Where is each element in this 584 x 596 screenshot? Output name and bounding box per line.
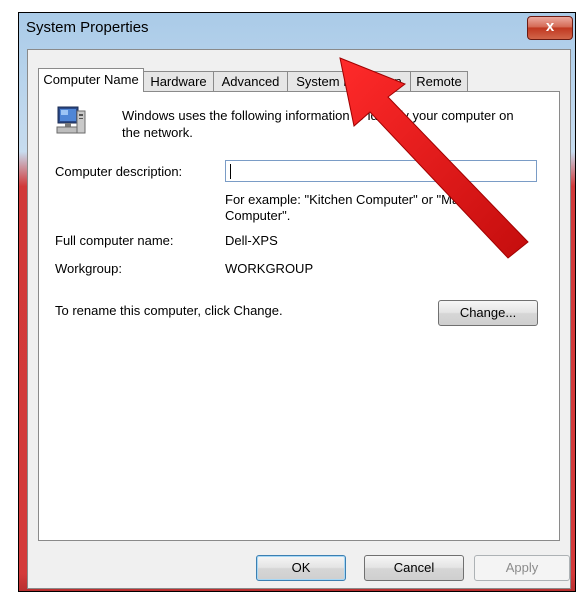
rename-instruction: To rename this computer, click Change. xyxy=(55,303,283,318)
workgroup-label: Workgroup: xyxy=(55,261,122,276)
cancel-button[interactable]: Cancel xyxy=(364,555,464,581)
close-button[interactable]: x xyxy=(527,16,573,40)
computer-description-input[interactable] xyxy=(225,160,537,182)
workgroup-value: WORKGROUP xyxy=(225,261,314,276)
window-frame: System Properties x Computer Name Hardwa… xyxy=(18,12,576,592)
tab-panel-computer-name: Windows uses the following information t… xyxy=(38,91,560,541)
intro-text-line2: the network. xyxy=(122,125,193,140)
computer-icon xyxy=(56,106,86,134)
computer-description-label: Computer description: xyxy=(55,164,183,179)
tab-remote[interactable]: Remote xyxy=(410,71,468,91)
dialog-client-area: Computer Name Hardware Advanced System P… xyxy=(27,49,571,589)
tab-system-protection[interactable]: System Protection xyxy=(287,71,411,91)
change-button[interactable]: Change... xyxy=(438,300,538,326)
example-text-line2: Computer". xyxy=(225,208,291,223)
tab-advanced[interactable]: Advanced xyxy=(213,71,288,91)
close-icon: x xyxy=(545,18,555,35)
example-text-line1: For example: "Kitchen Computer" or "Mary… xyxy=(225,192,480,207)
ok-button[interactable]: OK xyxy=(256,555,346,581)
window-title: System Properties xyxy=(26,19,149,36)
apply-button[interactable]: Apply xyxy=(474,555,570,581)
full-computer-name-label: Full computer name: xyxy=(55,233,174,248)
tab-computer-name[interactable]: Computer Name xyxy=(38,68,144,92)
full-computer-name-value: Dell-XPS xyxy=(225,233,278,248)
tab-hardware[interactable]: Hardware xyxy=(143,71,214,91)
intro-text-line1: Windows uses the following information t… xyxy=(122,108,514,123)
text-cursor xyxy=(230,164,231,179)
